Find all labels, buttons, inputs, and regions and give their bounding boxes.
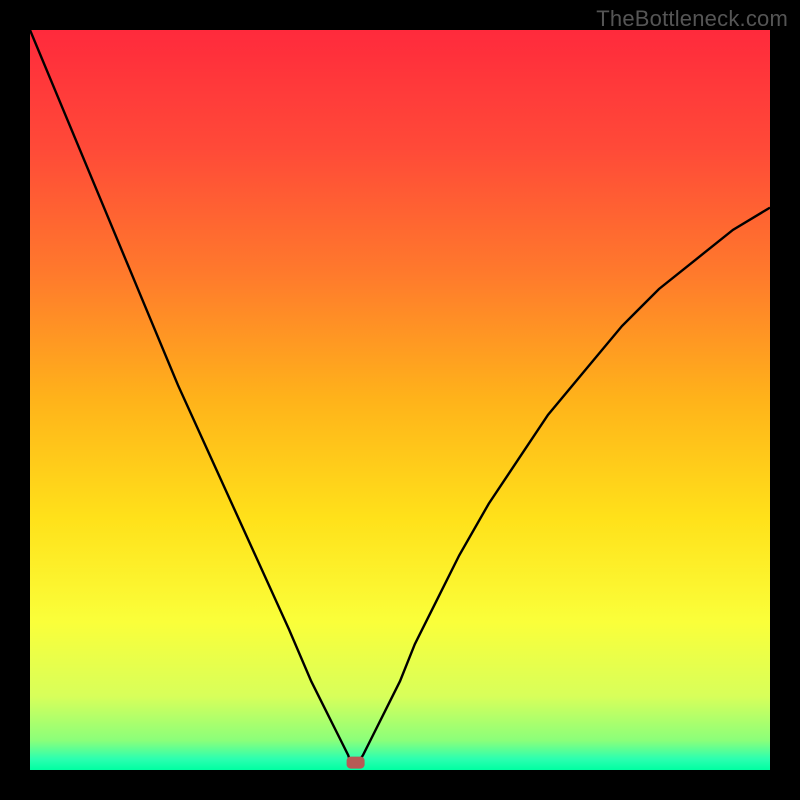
chart-background	[30, 30, 770, 770]
bottleneck-chart	[30, 30, 770, 770]
watermark-text: TheBottleneck.com	[596, 6, 788, 32]
chart-container	[30, 30, 770, 770]
optimal-marker	[347, 757, 365, 769]
